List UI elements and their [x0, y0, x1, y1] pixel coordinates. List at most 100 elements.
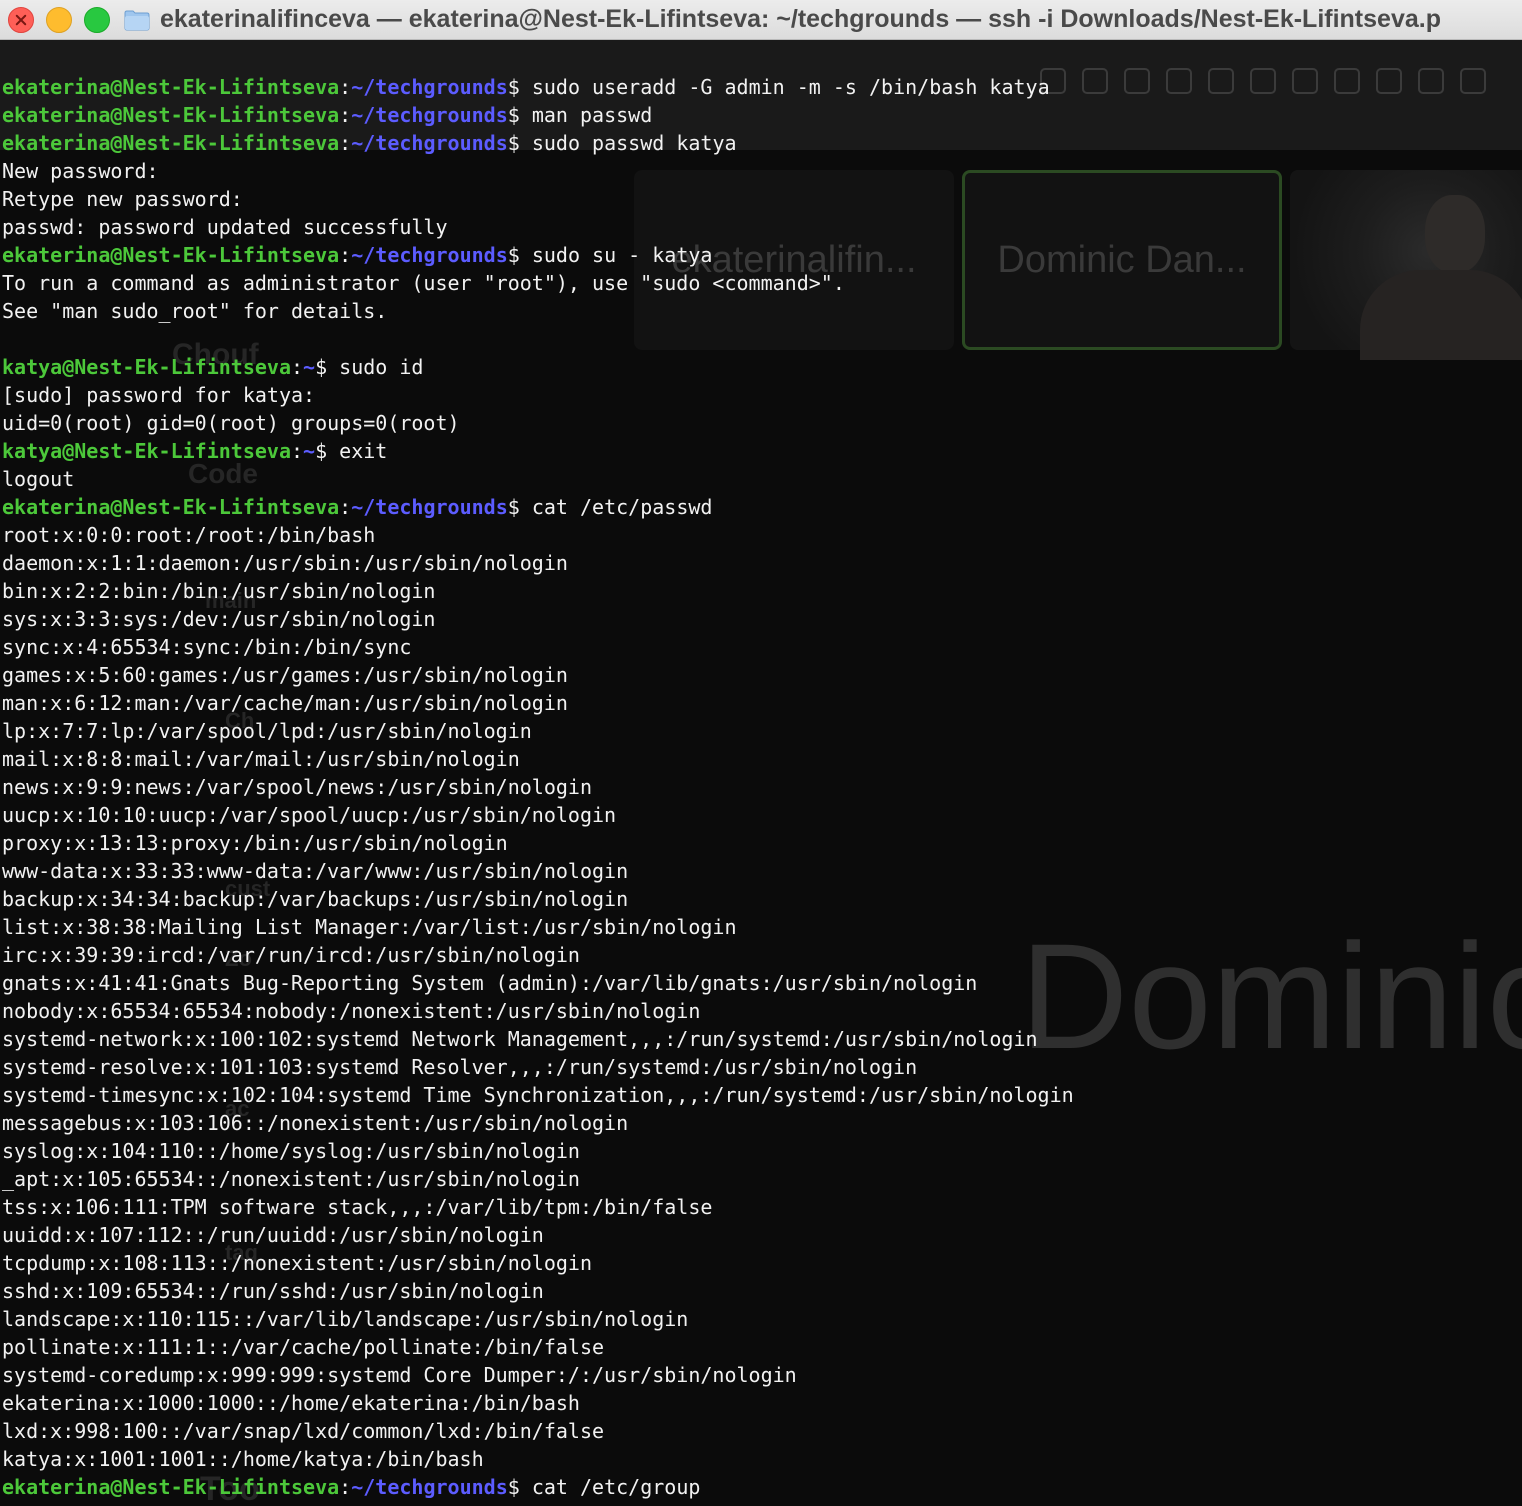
- output-text: ekaterina:x:1000:1000::/home/ekaterina:/…: [2, 1391, 580, 1415]
- output-line: sync:x:4:65534:sync:/bin:/bin/sync: [2, 633, 1520, 661]
- output-line: irc:x:39:39:ircd:/var/run/ircd:/usr/sbin…: [2, 941, 1520, 969]
- output-line: Retype new password:: [2, 185, 1520, 213]
- output-line: [sudo] password for katya:: [2, 381, 1520, 409]
- output-line: ekaterina:x:1000:1000::/home/ekaterina:/…: [2, 1389, 1520, 1417]
- prompt-separator: :: [339, 495, 352, 519]
- output-text: backup:x:34:34:backup:/var/backups:/usr/…: [2, 887, 629, 911]
- output-text: nobody:x:65534:65534:nobody:/nonexistent…: [2, 999, 701, 1023]
- output-line: systemd-timesync:x:102:104:systemd Time …: [2, 1081, 1520, 1109]
- prompt-separator: :: [290, 355, 304, 379]
- output-line: root:x:0:0:root:/root:/bin/bash: [2, 521, 1520, 549]
- output-text: bin:x:2:2:bin:/bin:/usr/sbin/nologin: [2, 579, 436, 603]
- output-line: daemon:x:1:1:daemon:/usr/sbin:/usr/sbin/…: [2, 549, 1520, 577]
- output-text: irc:x:39:39:ircd:/var/run/ircd:/usr/sbin…: [2, 943, 580, 967]
- output-text: list:x:38:38:Mailing List Manager:/var/l…: [2, 915, 737, 939]
- prompt-user-host: ekaterina@Nest-Ek-Lifintseva: [2, 243, 340, 267]
- prompt-separator: :: [339, 131, 352, 155]
- prompt-separator: :: [339, 103, 352, 127]
- prompt-symbol: $: [315, 355, 340, 379]
- output-line: tss:x:106:111:TPM software stack,,,:/var…: [2, 1193, 1520, 1221]
- output-line: uuidd:x:107:112::/run/uuidd:/usr/sbin/no…: [2, 1221, 1520, 1249]
- output-line: pollinate:x:111:1::/var/cache/pollinate:…: [2, 1333, 1520, 1361]
- output-text: gnats:x:41:41:Gnats Bug-Reporting System…: [2, 971, 978, 995]
- output-line: uucp:x:10:10:uucp:/var/spool/uucp:/usr/s…: [2, 801, 1520, 829]
- output-text: www-data:x:33:33:www-data:/var/www:/usr/…: [2, 859, 629, 883]
- prompt-line: ekaterina@Nest-Ek-Lifintseva:~/techgroun…: [2, 493, 1520, 521]
- output-line: See "man sudo_root" for details.: [2, 297, 1520, 325]
- prompt-path: ~/techgrounds: [351, 1475, 508, 1499]
- output-text: lp:x:7:7:lp:/var/spool/lpd:/usr/sbin/nol…: [2, 719, 532, 743]
- output-text: New password:: [2, 159, 159, 183]
- minimize-button[interactable]: [46, 6, 72, 33]
- prompt-symbol: $: [315, 439, 340, 463]
- output-text: Retype new password:: [2, 187, 243, 211]
- prompt-path: ~/techgrounds: [351, 103, 508, 127]
- terminal-window: ekaterinalifinceva — ekaterina@Nest-Ek-L…: [0, 0, 1522, 1506]
- prompt-symbol: $: [507, 495, 532, 519]
- output-line: lxd:x:998:100::/var/snap/lxd/common/lxd:…: [2, 1417, 1520, 1445]
- prompt-line: katya@Nest-Ek-Lifintseva:~$ sudo id: [2, 353, 1520, 381]
- prompt-separator: :: [339, 1475, 352, 1499]
- output-line: list:x:38:38:Mailing List Manager:/var/l…: [2, 913, 1520, 941]
- prompt-path: ~/techgrounds: [351, 243, 508, 267]
- output-text: [sudo] password for katya:: [2, 383, 316, 407]
- output-line: sys:x:3:3:sys:/dev:/usr/sbin/nologin: [2, 605, 1520, 633]
- output-text: messagebus:x:103:106::/nonexistent:/usr/…: [2, 1111, 629, 1135]
- prompt-path: ~/techgrounds: [351, 495, 508, 519]
- output-line: katya:x:1001:1001::/home/katya:/bin/bash: [2, 1445, 1520, 1473]
- output-text: _apt:x:105:65534::/nonexistent:/usr/sbin…: [2, 1167, 580, 1191]
- prompt-path: ~/techgrounds: [351, 75, 508, 99]
- prompt-path: ~: [303, 355, 316, 379]
- output-text: tss:x:106:111:TPM software stack,,,:/var…: [2, 1195, 713, 1219]
- output-line: lp:x:7:7:lp:/var/spool/lpd:/usr/sbin/nol…: [2, 717, 1520, 745]
- output-text: uuidd:x:107:112::/run/uuidd:/usr/sbin/no…: [2, 1223, 544, 1247]
- output-line: sshd:x:109:65534::/run/sshd:/usr/sbin/no…: [2, 1277, 1520, 1305]
- output-line: landscape:x:110:115::/var/lib/landscape:…: [2, 1305, 1520, 1333]
- output-line: _apt:x:105:65534::/nonexistent:/usr/sbin…: [2, 1165, 1520, 1193]
- folder-icon: [124, 9, 150, 31]
- output-text: systemd-coredump:x:999:999:systemd Core …: [2, 1363, 797, 1387]
- output-line: games:x:5:60:games:/usr/games:/usr/sbin/…: [2, 661, 1520, 689]
- zoom-button[interactable]: [84, 6, 110, 33]
- prompt-line: ekaterina@Nest-Ek-Lifintseva:~/techgroun…: [2, 129, 1520, 157]
- prompt-path: ~/techgrounds: [351, 131, 508, 155]
- prompt-user-host: ekaterina@Nest-Ek-Lifintseva: [2, 75, 340, 99]
- prompt-path: ~: [303, 439, 316, 463]
- output-line: passwd: password updated successfully: [2, 213, 1520, 241]
- command-text: sudo passwd katya: [531, 131, 737, 155]
- terminal-output[interactable]: ekaterina@Nest-Ek-Lifintseva:~/techgroun…: [2, 73, 1520, 1501]
- window-title: ekaterinalifinceva — ekaterina@Nest-Ek-L…: [160, 5, 1441, 33]
- output-line: syslog:x:104:110::/home/syslog:/usr/sbin…: [2, 1137, 1520, 1165]
- output-text: systemd-resolve:x:101:103:systemd Resolv…: [2, 1055, 918, 1079]
- prompt-user-host: katya@Nest-Ek-Lifintseva: [2, 439, 291, 463]
- close-button[interactable]: [8, 6, 34, 33]
- output-line: gnats:x:41:41:Gnats Bug-Reporting System…: [2, 969, 1520, 997]
- command-text: cat /etc/group: [531, 1475, 701, 1499]
- prompt-symbol: $: [507, 131, 532, 155]
- output-text: proxy:x:13:13:proxy:/bin:/usr/sbin/nolog…: [2, 831, 508, 855]
- prompt-symbol: $: [507, 243, 532, 267]
- output-text: sys:x:3:3:sys:/dev:/usr/sbin/nologin: [2, 607, 436, 631]
- output-text: man:x:6:12:man:/var/cache/man:/usr/sbin/…: [2, 691, 568, 715]
- output-text: logout: [2, 467, 75, 491]
- prompt-separator: :: [339, 75, 352, 99]
- output-text: mail:x:8:8:mail:/var/mail:/usr/sbin/nolo…: [2, 747, 520, 771]
- prompt-user-host: ekaterina@Nest-Ek-Lifintseva: [2, 131, 340, 155]
- output-line: bin:x:2:2:bin:/bin:/usr/sbin/nologin: [2, 577, 1520, 605]
- prompt-line: ekaterina@Nest-Ek-Lifintseva:~/techgroun…: [2, 241, 1520, 269]
- output-line: New password:: [2, 157, 1520, 185]
- prompt-line: ekaterina@Nest-Ek-Lifintseva:~/techgroun…: [2, 73, 1520, 101]
- command-text: cat /etc/passwd: [531, 495, 713, 519]
- output-text: katya:x:1001:1001::/home/katya:/bin/bash: [2, 1447, 484, 1471]
- output-line: systemd-coredump:x:999:999:systemd Core …: [2, 1361, 1520, 1389]
- output-text: uid=0(root) gid=0(root) groups=0(root): [2, 411, 460, 435]
- output-line: To run a command as administrator (user …: [2, 269, 1520, 297]
- output-text: news:x:9:9:news:/var/spool/news:/usr/sbi…: [2, 775, 593, 799]
- command-text: sudo useradd -G admin -m -s /bin/bash ka…: [531, 75, 1050, 99]
- prompt-separator: :: [290, 439, 304, 463]
- output-text: lxd:x:998:100::/var/snap/lxd/common/lxd:…: [2, 1419, 605, 1443]
- window-titlebar[interactable]: ekaterinalifinceva — ekaterina@Nest-Ek-L…: [0, 0, 1522, 40]
- prompt-symbol: $: [507, 103, 532, 127]
- prompt-line: katya@Nest-Ek-Lifintseva:~$ exit: [2, 437, 1520, 465]
